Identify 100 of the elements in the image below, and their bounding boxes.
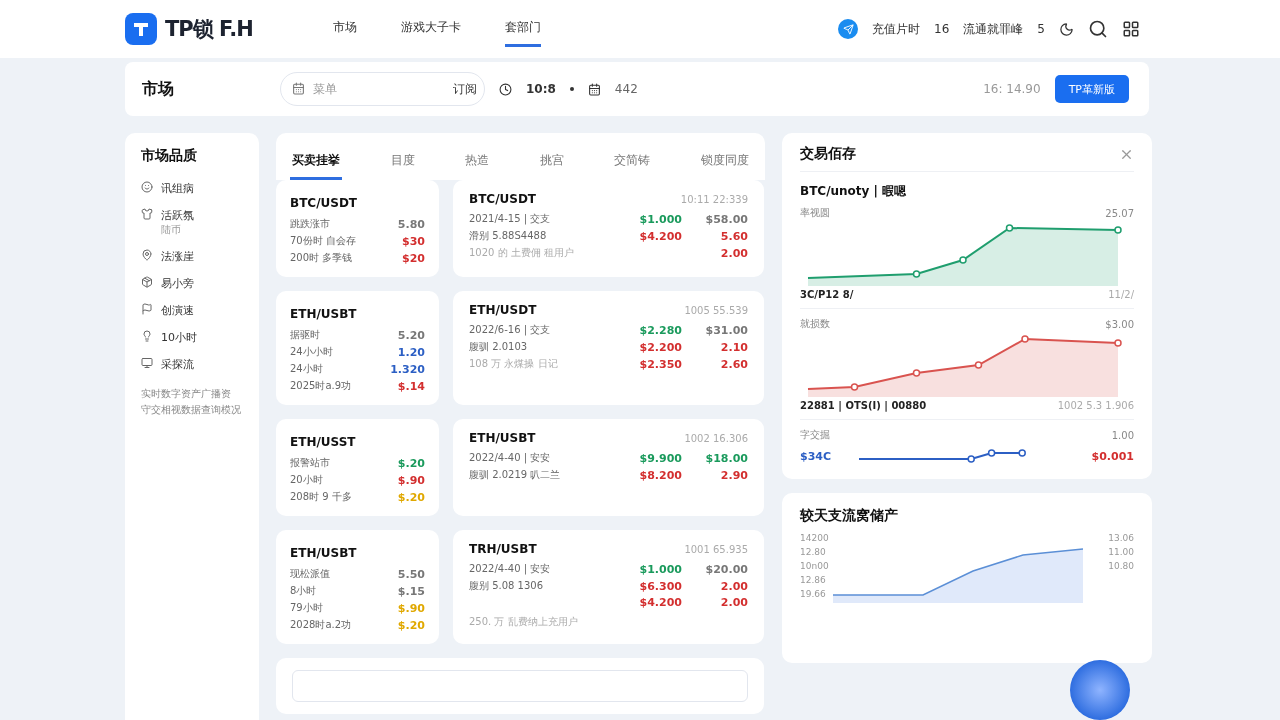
sidebar-note: 守交相视数据查询模况: [141, 403, 242, 417]
axis-label: 11.00: [1108, 546, 1134, 559]
pair-title: ETH/USBT: [469, 431, 536, 445]
price-value: $1.000: [638, 212, 682, 226]
row-label: 滑别 5.88S4488: [469, 229, 548, 243]
row-label: 208时 9 千多: [290, 490, 352, 504]
data-point: [974, 361, 983, 369]
row-value: $.20: [397, 490, 425, 504]
pair-title: TRH/USBT: [469, 542, 537, 556]
count-text: 442: [614, 82, 638, 96]
timestamp: 10:11 22:339: [680, 193, 748, 205]
row-label: 20小时: [290, 473, 323, 487]
price-value: $8.200: [638, 468, 682, 482]
chart-note: 11/2/: [1108, 289, 1134, 300]
sidebar-note: 实时数字资产广播资: [141, 387, 232, 401]
sidebar-icon: [141, 357, 153, 369]
sidebar-item[interactable]: 讯组病: [141, 175, 243, 202]
sidebar-item[interactable]: 法涨崖: [141, 243, 243, 270]
axis-label: 12.80: [800, 546, 827, 559]
row-label: 2025时a.9功: [290, 379, 352, 393]
row-label: 腹驯 2.0219 叭二兰: [469, 468, 562, 482]
tab[interactable]: 挑宫: [537, 152, 566, 180]
chart-label: 率视圆: [800, 206, 830, 220]
data-point: [1005, 224, 1014, 232]
row-label: 2022/6-16 | 交支: [469, 323, 552, 337]
start-value: $34C: [800, 449, 832, 463]
stat-value: 5: [1037, 22, 1045, 36]
sidebar-icon: [141, 249, 153, 261]
axis-label: 14200: [800, 532, 829, 545]
dot-icon: [569, 87, 574, 91]
axis-label: 10n00: [800, 560, 829, 573]
tab[interactable]: 锁度同度: [698, 152, 751, 180]
tab[interactable]: 目度: [388, 152, 417, 180]
axis-label: 19.66: [800, 588, 827, 601]
stat-value: 16: [934, 22, 950, 36]
sidebar-item[interactable]: 活跃氛 陆币: [141, 202, 243, 243]
pair-title: BTC/USDT: [290, 196, 358, 210]
row-value: $.20: [397, 618, 425, 632]
chart-value: 25.07: [1105, 207, 1134, 219]
chart-caption: 22881 | OTS(I) | 00880: [800, 400, 927, 411]
data-point: [1021, 335, 1029, 343]
row-value: $.15: [397, 584, 425, 598]
page-title: 市场: [142, 78, 175, 100]
row-value: $30: [402, 234, 425, 248]
nav-link[interactable]: 市场: [333, 11, 357, 47]
axis-label: 10.80: [1108, 560, 1134, 573]
row-value: $.90: [397, 601, 425, 615]
input-field[interactable]: [292, 670, 748, 702]
grid-icon: [1122, 20, 1140, 38]
change-value: 2.90: [719, 468, 748, 482]
row-label: 腹别 5.08 1306: [469, 579, 545, 593]
change-value: 2.00: [719, 579, 748, 593]
sidebar-icon: [141, 303, 153, 315]
panel-title: 交易佰存: [800, 145, 856, 163]
row-label: 2021/4-15 | 交支: [469, 212, 552, 226]
sidebar-item[interactable]: 采探流: [141, 351, 243, 378]
row-value: 1.320: [390, 362, 425, 376]
data-point: [1114, 339, 1122, 347]
sidebar-title: 市场品质: [141, 147, 198, 165]
sidebar-icon: [141, 276, 153, 288]
row-value: $.90: [397, 473, 425, 487]
price-value: $4.200: [638, 229, 682, 243]
row-value: $.20: [397, 456, 425, 470]
row-value: 5.50: [397, 567, 425, 581]
upgrade-button[interactable]: TP革新版: [1054, 75, 1129, 103]
row-label: 70份时 自会存: [290, 234, 356, 248]
sidebar-item[interactable]: 易小旁: [141, 270, 243, 297]
data-point: [912, 369, 921, 377]
change-value: $31.00: [704, 323, 748, 337]
tab[interactable]: 交简铸: [612, 152, 653, 180]
row-label: 79小时: [290, 601, 323, 615]
data-point: [912, 270, 921, 278]
price-value: $4.200: [638, 596, 682, 609]
change-value: $58.00: [704, 212, 748, 226]
chart-note: 1002 5.3 1.906: [1057, 400, 1134, 411]
change-value: 2.00: [719, 596, 748, 609]
change-value: $18.00: [704, 451, 748, 465]
change-value: $20.00: [704, 562, 748, 576]
timestamp: 1005 55.539: [684, 304, 748, 316]
nav-link[interactable]: 套部门: [505, 11, 541, 47]
change-value: 5.60: [719, 229, 748, 243]
price-value: $9.900: [638, 451, 682, 465]
axis-label: 13.06: [1108, 532, 1134, 545]
sidebar-item[interactable]: 创演速: [141, 297, 243, 324]
row-value: 5.80: [397, 217, 425, 231]
sidebar-icon: [141, 208, 153, 220]
price-value: $2.200: [638, 340, 682, 354]
change-value: 2.60: [719, 357, 748, 371]
sidebar-item[interactable]: 10小时: [141, 324, 243, 351]
pair-title: BTC/USDT: [469, 192, 537, 206]
send-icon[interactable]: [838, 19, 859, 39]
pair-title: ETH/USDT: [469, 303, 537, 317]
floating-action-button[interactable]: [1070, 660, 1130, 720]
logo-icon: [125, 13, 157, 45]
tab[interactable]: 热造: [463, 152, 492, 180]
axis-label: 12.86: [800, 574, 827, 587]
price-value: $6.300: [638, 579, 682, 593]
chart-value: 1.00: [1111, 429, 1134, 441]
nav-link[interactable]: 游戏大子卡: [401, 11, 461, 47]
row-label: 24小小时: [290, 345, 333, 359]
